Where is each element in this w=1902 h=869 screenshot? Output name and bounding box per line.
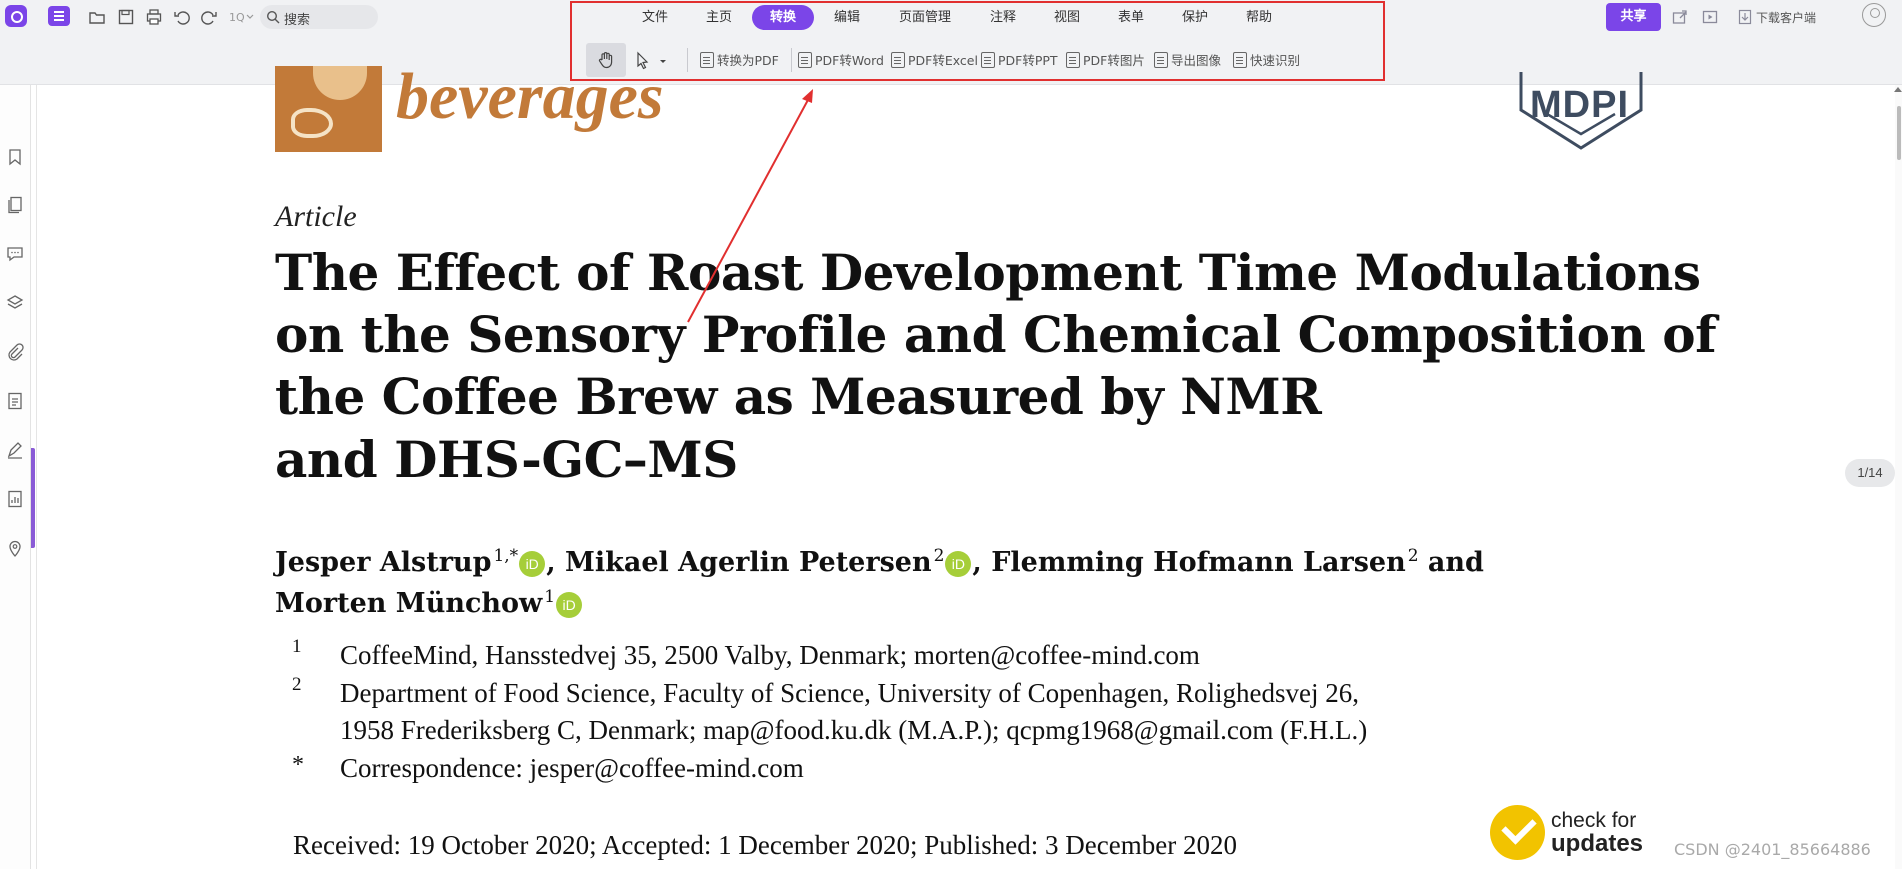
annotation-arrow (687, 89, 813, 323)
